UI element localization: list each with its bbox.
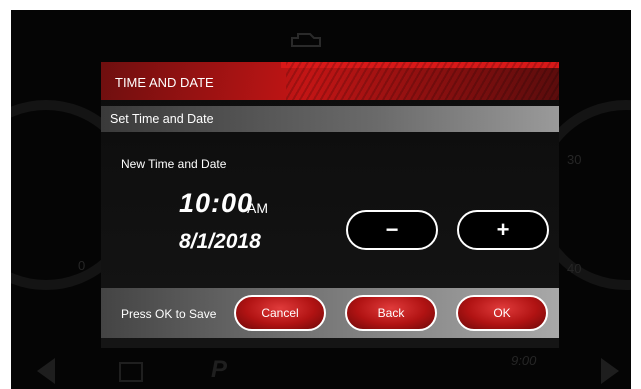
dialog-title: TIME AND DATE: [115, 75, 214, 90]
cancel-button-label: Cancel: [261, 306, 299, 320]
display-screen: 0 30 40 9:00 P TIME AND DATE Set Time an…: [11, 10, 631, 389]
footer-bar: Press OK to Save Cancel Back OK: [101, 288, 559, 338]
increment-button[interactable]: +: [457, 210, 549, 250]
right-gauge-top-label: 30: [567, 152, 582, 167]
time-value: 10:00: [179, 188, 254, 218]
engine-warning-icon: [288, 30, 324, 50]
date-value: 8/1/2018: [179, 230, 261, 253]
minus-icon: −: [385, 217, 399, 242]
save-prompt: Press OK to Save: [121, 307, 217, 321]
new-time-date-label: New Time and Date: [121, 157, 227, 171]
cancel-button[interactable]: Cancel: [234, 295, 326, 331]
decrement-button[interactable]: −: [346, 210, 438, 250]
park-indicator-icon: P: [211, 356, 228, 383]
ok-button[interactable]: OK: [456, 295, 548, 331]
ok-button-label: OK: [493, 306, 511, 320]
bottom-clock: 9:00: [511, 353, 537, 368]
back-button-label: Back: [377, 306, 405, 320]
menu-item-label: Set Time and Date: [110, 112, 214, 126]
time-date-dialog: TIME AND DATE Set Time and Date New Time…: [101, 62, 559, 348]
left-arrow-icon: [37, 358, 55, 389]
calendar-icon: [119, 360, 143, 387]
ampm-indicator: AM: [247, 200, 268, 216]
title-bar-pattern: [286, 62, 559, 100]
plus-icon: +: [496, 217, 510, 242]
left-gauge-label: 0: [78, 258, 86, 273]
right-arrow-icon: [601, 358, 619, 389]
title-bar: TIME AND DATE: [101, 62, 559, 100]
back-button[interactable]: Back: [345, 295, 437, 331]
right-gauge-bottom-label: 40: [567, 261, 582, 276]
menu-item-set-time-date[interactable]: Set Time and Date: [101, 106, 559, 132]
